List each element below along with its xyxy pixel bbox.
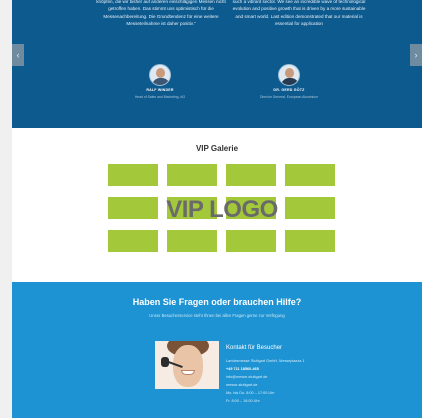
logo-tile[interactable] xyxy=(285,230,335,252)
logo-tile[interactable] xyxy=(108,230,158,252)
gallery-title: VIP Galerie xyxy=(195,144,239,153)
help-subtitle: Unser Besucherservice steht Ihnen bei al… xyxy=(149,313,285,318)
chevron-right-icon: › xyxy=(414,50,418,60)
testimonial-carousel: ‹ › knöpfen, die wir bisher auf anderen … xyxy=(12,0,422,128)
contact-heading: Kontakt für Besucher xyxy=(226,345,283,351)
logo-tile[interactable] xyxy=(167,197,217,219)
chevron-left-icon: ‹ xyxy=(16,50,20,60)
logo-tile[interactable] xyxy=(167,164,217,186)
logo-tile[interactable] xyxy=(226,197,276,219)
logo-tile[interactable] xyxy=(285,164,335,186)
logo-tile[interactable] xyxy=(226,164,276,186)
testimonial-author-role-2: Director General, European Aluminium xyxy=(259,95,319,99)
testimonial-author-name-2: DR. GERD GÖTZ xyxy=(273,88,305,92)
logo-tile[interactable] xyxy=(226,230,276,252)
logo-tile[interactable] xyxy=(108,164,158,186)
avatar xyxy=(149,64,171,86)
person-suit xyxy=(281,78,299,85)
avatar xyxy=(278,64,300,86)
testimonial-quote-2: such a vibrant sector. We see an incredi… xyxy=(232,0,366,27)
contact-email-link[interactable]: info@messe-stuttgart.de xyxy=(226,373,346,381)
testimonial-author-role-1: Head of Sales and Marketing, AG xyxy=(134,95,186,99)
carousel-prev-button[interactable]: ‹ xyxy=(12,44,24,66)
testimonial-quote-1: knöpfen, die wir bisher auf anderen eins… xyxy=(96,0,226,27)
help-title: Haben Sie Fragen oder brauchen Hilfe? xyxy=(132,297,302,307)
person-suit xyxy=(152,78,170,85)
page: ‹ › knöpfen, die wir bisher auf anderen … xyxy=(12,0,422,418)
logo-grid xyxy=(108,164,336,253)
carousel-next-button[interactable]: › xyxy=(410,44,422,66)
contact-hours-friday: Fr. 8:00 – 16:00 Uhr xyxy=(226,399,260,403)
vip-gallery: VIP Galerie VIP LOGO xyxy=(12,128,422,282)
logo-tile[interactable] xyxy=(167,230,217,252)
help-section: Haben Sie Fragen oder brauchen Hilfe? Un… xyxy=(12,282,422,418)
support-agent-photo xyxy=(155,341,219,389)
contact-hours-weekdays: Mo. bis Do. 8:00 – 17:00 Uhr xyxy=(226,391,275,395)
visitor-contact: Kontakt für Besucher Landesmesse Stuttga… xyxy=(226,345,346,405)
testimonial-author-name-1: RALF WINDER xyxy=(146,88,174,92)
contact-phone[interactable]: +49 711 18560-465 xyxy=(226,365,346,373)
logo-tile[interactable] xyxy=(108,197,158,219)
person-head xyxy=(285,68,294,78)
contact-address: Landesmesse Stuttgart GmbH, Messepiazza … xyxy=(226,359,305,363)
contact-website-link[interactable]: messe-stuttgart.de xyxy=(226,381,346,389)
logo-tile[interactable] xyxy=(285,197,335,219)
person-head xyxy=(156,68,165,78)
